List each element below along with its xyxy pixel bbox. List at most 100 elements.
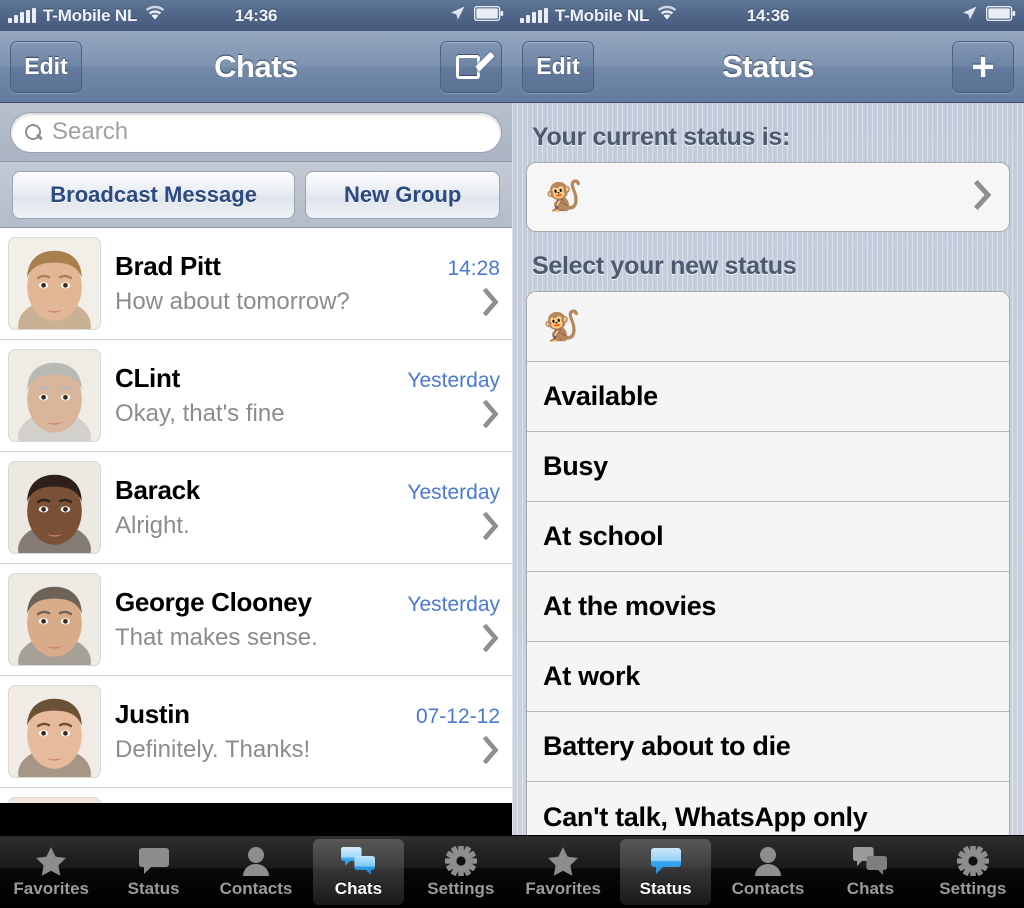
chat-item-body: George Clooney Yesterday That makes sens…	[115, 573, 500, 666]
chevron-right-icon	[471, 624, 500, 652]
status-option-row[interactable]: At work	[527, 642, 1009, 712]
tab-contacts[interactable]: Contacts	[205, 836, 307, 908]
action-button-row: Broadcast Message New Group	[0, 162, 512, 228]
chat-contact-name: Justin	[115, 699, 190, 730]
edit-button-chats[interactable]: Edit	[10, 41, 82, 93]
chat-list-item[interactable]: Brad Pitt 14:28 How about tomorrow?	[0, 228, 512, 340]
chats-icon	[853, 845, 887, 877]
status-option-row[interactable]: Busy	[527, 432, 1009, 502]
navbar-status: Edit Status +	[512, 31, 1024, 103]
tab-label: Settings	[427, 879, 494, 899]
status-option-row[interactable]: At school	[527, 502, 1009, 572]
chat-item-header: George Clooney Yesterday	[115, 587, 500, 618]
battery-icon	[986, 6, 1016, 26]
tab-label: Chats	[335, 879, 382, 899]
tab-favorites[interactable]: Favorites	[512, 836, 614, 908]
chat-list[interactable]: Brad Pitt 14:28 How about tomorrow? CLin…	[0, 228, 512, 803]
status-option-label: Can't talk, WhatsApp only	[543, 802, 867, 833]
compose-button[interactable]	[440, 41, 502, 93]
chat-item-body: Brad Pitt 14:28 How about tomorrow?	[115, 237, 500, 330]
chat-list-item[interactable]: Justin 07-12-12 Definitely. Thanks!	[0, 676, 512, 788]
tab-status[interactable]: Status	[614, 836, 716, 908]
status-option-label: 🐒	[543, 309, 580, 344]
avatar	[8, 349, 101, 442]
new-group-button[interactable]: New Group	[305, 171, 500, 219]
chat-preview-message: Okay, that's fine	[115, 400, 285, 428]
chat-timestamp: Yesterday	[397, 481, 500, 505]
chevron-right-icon	[471, 512, 500, 540]
status-option-row[interactable]: Battery about to die	[527, 712, 1009, 782]
chat-item-footer: That makes sense.	[115, 624, 500, 652]
bubble-icon	[649, 845, 683, 877]
status-bar-left-group-2: T-Mobile NL	[520, 5, 678, 26]
chat-contact-name: Brad Pitt	[115, 251, 221, 282]
chevron-right-icon	[471, 288, 500, 316]
current-status-row[interactable]: 🐒	[527, 163, 1009, 231]
search-input[interactable]: Search	[10, 112, 502, 153]
status-option-row[interactable]: At the movies	[527, 572, 1009, 642]
status-option-row[interactable]: 🐒	[527, 292, 1009, 362]
navbar-chats: Edit Chats	[0, 31, 512, 103]
chat-timestamp: 07-12-12	[406, 705, 500, 729]
chat-item-footer: Definitely. Thanks!	[115, 736, 500, 764]
status-option-label: Available	[543, 381, 658, 412]
status-bar-right: T-Mobile NL 14:36	[512, 0, 1024, 31]
chat-list-item[interactable]: CLint Yesterday Okay, that's fine	[0, 340, 512, 452]
tab-status[interactable]: Status	[102, 836, 204, 908]
add-status-button[interactable]: +	[952, 41, 1014, 93]
tab-favorites[interactable]: Favorites	[0, 836, 102, 908]
status-bar-left: T-Mobile NL 14:36	[0, 0, 512, 31]
chat-list-item[interactable]: George Clooney Yesterday That makes sens…	[0, 564, 512, 676]
star-icon	[34, 845, 68, 877]
tab-bar-right: Favorites Status Contacts Chats Settings	[512, 835, 1024, 908]
location-arrow-icon	[449, 5, 466, 27]
search-icon	[25, 124, 42, 141]
chat-item-footer: Okay, that's fine	[115, 400, 500, 428]
location-arrow-icon	[961, 5, 978, 27]
search-bar-container: Search	[0, 103, 512, 162]
compose-icon	[456, 52, 486, 82]
avatar	[8, 461, 101, 554]
battery-icon	[474, 6, 504, 26]
signal-bars-icon	[8, 9, 36, 23]
right-pane-status: T-Mobile NL 14:36 Edit Status +	[512, 0, 1024, 908]
tab-chats[interactable]: Chats	[819, 836, 921, 908]
tab-settings[interactable]: Settings	[922, 836, 1024, 908]
wifi-icon	[144, 5, 166, 26]
chat-item-body: CLint Yesterday Okay, that's fine	[115, 349, 500, 442]
chat-item-header: Justin 07-12-12	[115, 699, 500, 730]
status-option-label: At work	[543, 661, 640, 692]
status-option-row[interactable]: Available	[527, 362, 1009, 432]
chevron-right-icon	[974, 180, 993, 215]
tab-settings[interactable]: Settings	[410, 836, 512, 908]
tab-label: Contacts	[732, 879, 805, 899]
chat-item-body: Jennifer 06-12-12	[115, 797, 500, 803]
tab-contacts[interactable]: Contacts	[717, 836, 819, 908]
edit-button-status[interactable]: Edit	[522, 41, 594, 93]
chat-item-header: CLint Yesterday	[115, 363, 500, 394]
chevron-right-icon	[471, 400, 500, 428]
person-icon	[239, 845, 273, 877]
chat-item-footer: How about tomorrow?	[115, 288, 500, 316]
chat-timestamp: Yesterday	[397, 593, 500, 617]
gear-icon	[956, 845, 990, 877]
chat-preview-message: Alright.	[115, 512, 190, 540]
status-options-list[interactable]: 🐒 Available Busy At schoolAt the movies At w…	[526, 291, 1010, 852]
current-status-section-label: Your current status is:	[526, 103, 1010, 162]
chat-list-item[interactable]: Barack Yesterday Alright.	[0, 452, 512, 564]
tab-label: Chats	[847, 879, 894, 899]
broadcast-message-button[interactable]: Broadcast Message	[12, 171, 295, 219]
status-bar-right-group	[449, 5, 504, 27]
tab-label: Favorites	[525, 879, 601, 899]
status-bar-right-group-2	[961, 5, 1016, 27]
tab-chats[interactable]: Chats	[307, 836, 409, 908]
tab-label: Favorites	[13, 879, 89, 899]
signal-bars-icon	[520, 9, 548, 23]
chat-list-item[interactable]: Jennifer 06-12-12	[0, 788, 512, 803]
current-status-emoji: 🐒	[545, 182, 582, 212]
chat-item-body: Justin 07-12-12 Definitely. Thanks!	[115, 685, 500, 778]
current-status-card[interactable]: 🐒	[526, 162, 1010, 232]
status-option-label: Busy	[543, 451, 608, 482]
plus-icon: +	[971, 53, 994, 81]
tab-label: Status	[128, 879, 180, 899]
